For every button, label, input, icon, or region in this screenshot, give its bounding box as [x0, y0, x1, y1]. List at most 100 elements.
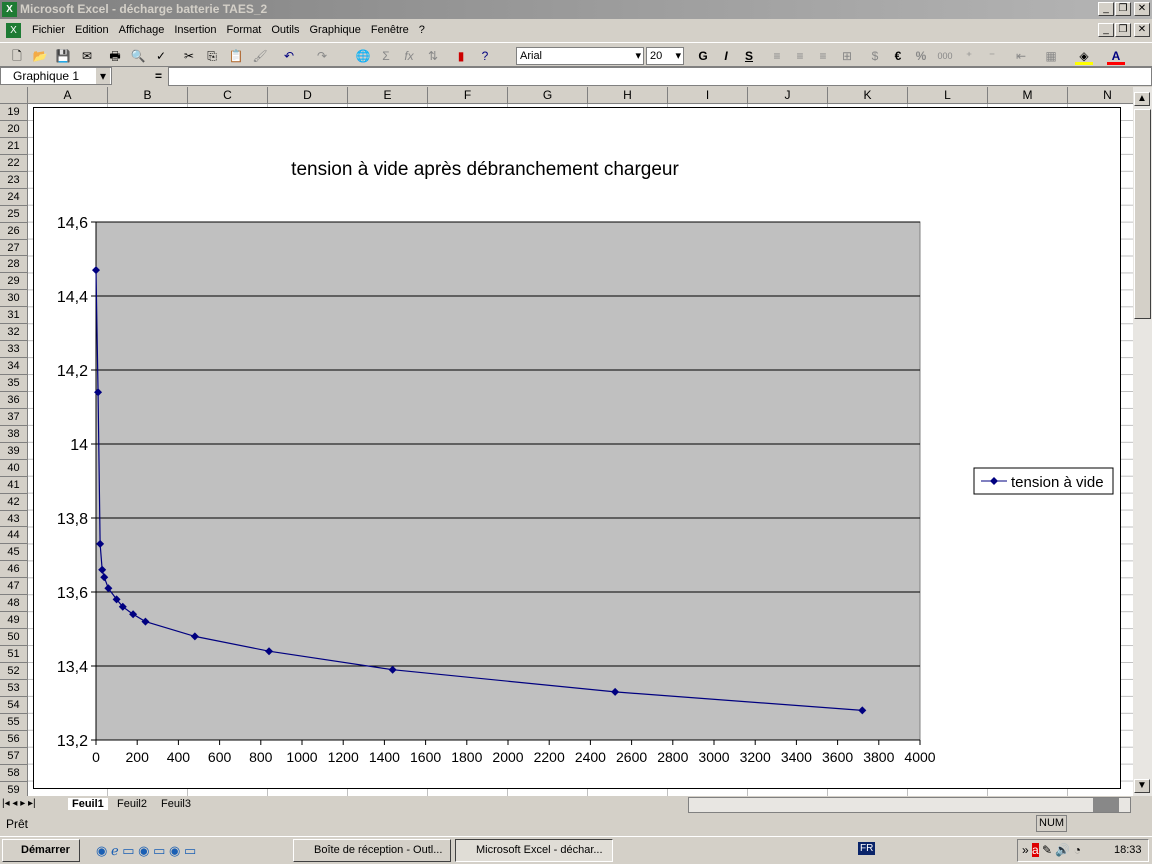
row-header[interactable]: 26: [0, 223, 27, 240]
menu-outils[interactable]: Outils: [271, 24, 299, 36]
row-header[interactable]: 39: [0, 443, 27, 460]
row-header[interactable]: 37: [0, 409, 27, 426]
undo-icon[interactable]: ↶: [280, 47, 298, 65]
column-header-J[interactable]: J: [748, 87, 828, 104]
hscroll-thumb[interactable]: [1093, 798, 1119, 812]
column-header-E[interactable]: E: [348, 87, 428, 104]
borders-icon[interactable]: ▦: [1042, 47, 1060, 65]
function-icon[interactable]: fx: [400, 47, 418, 65]
row-header[interactable]: 25: [0, 206, 27, 223]
align-right-icon[interactable]: ≡: [814, 47, 832, 65]
row-header[interactable]: 46: [0, 561, 27, 579]
sort-icon[interactable]: ⇅: [424, 47, 442, 65]
align-center-icon[interactable]: ≡: [791, 47, 809, 65]
row-header[interactable]: 53: [0, 680, 27, 697]
row-header[interactable]: 57: [0, 748, 27, 765]
align-left-icon[interactable]: ≡: [768, 47, 786, 65]
task-excel[interactable]: Microsoft Excel - déchar...: [455, 839, 613, 862]
scroll-down-button[interactable]: ▼: [1134, 779, 1150, 793]
row-header[interactable]: 30: [0, 290, 27, 308]
decrease-decimal-icon[interactable]: ⁻: [983, 47, 1001, 65]
menu-affichage[interactable]: Affichage: [119, 24, 165, 36]
row-header[interactable]: 23: [0, 172, 27, 189]
scroll-thumb[interactable]: [1134, 109, 1151, 319]
row-header[interactable]: 58: [0, 765, 27, 782]
column-header-D[interactable]: D: [268, 87, 348, 104]
horizontal-scrollbar[interactable]: [688, 797, 1131, 813]
font-size-select[interactable]: 20 ▾: [646, 47, 684, 65]
row-header[interactable]: 56: [0, 731, 27, 748]
row-header[interactable]: 52: [0, 663, 27, 680]
row-header[interactable]: 20: [0, 121, 27, 138]
column-header-A[interactable]: A: [28, 87, 108, 104]
chart-wizard-icon[interactable]: ▮: [452, 47, 470, 65]
chart-area[interactable]: tension à vide après débranchement charg…: [33, 107, 1121, 789]
row-header[interactable]: 49: [0, 612, 27, 630]
tab-feuil2[interactable]: Feuil2: [114, 798, 150, 810]
font-color-icon[interactable]: A: [1107, 47, 1125, 65]
row-header[interactable]: 48: [0, 595, 27, 613]
column-header-H[interactable]: H: [588, 87, 668, 104]
column-header-K[interactable]: K: [828, 87, 908, 104]
menu-format[interactable]: Format: [227, 24, 262, 36]
row-header[interactable]: 28: [0, 256, 27, 274]
column-header-L[interactable]: L: [908, 87, 988, 104]
row-header[interactable]: 31: [0, 307, 27, 325]
menu-fenetre[interactable]: Fenêtre: [371, 24, 409, 36]
row-header[interactable]: 54: [0, 697, 27, 714]
restore-button[interactable]: ❐: [1115, 2, 1131, 16]
new-icon[interactable]: 🗋: [8, 47, 26, 65]
quick-launch-icons[interactable]: ◉ ℯ ▭ ◉ ▭ ◉ ▭: [96, 843, 196, 859]
indent-icon[interactable]: ⇤: [1012, 47, 1030, 65]
column-header-B[interactable]: B: [108, 87, 188, 104]
row-header[interactable]: 33: [0, 341, 27, 359]
column-header-C[interactable]: C: [188, 87, 268, 104]
doc-close-button[interactable]: ✕: [1134, 23, 1150, 37]
tab-feuil1[interactable]: Feuil1: [68, 798, 108, 810]
menu-graphique[interactable]: Graphique: [310, 24, 361, 36]
close-button[interactable]: ✕: [1134, 2, 1150, 16]
tray-icons[interactable]: » a ✎ 🔊 ◔: [1022, 843, 1081, 857]
column-header-M[interactable]: M: [988, 87, 1068, 104]
row-header[interactable]: 32: [0, 324, 27, 342]
font-select[interactable]: Arial ▾: [516, 47, 644, 65]
formula-input[interactable]: [168, 67, 1152, 86]
menu-insertion[interactable]: Insertion: [174, 24, 216, 36]
row-header[interactable]: 24: [0, 189, 27, 206]
underline-button[interactable]: S: [740, 47, 758, 65]
help-icon[interactable]: ?: [476, 47, 494, 65]
save-icon[interactable]: 💾: [54, 47, 72, 65]
row-header[interactable]: 41: [0, 477, 27, 494]
row-header[interactable]: 22: [0, 155, 27, 172]
preview-icon[interactable]: 🔍: [129, 47, 147, 65]
row-header[interactable]: 19: [0, 104, 27, 121]
vertical-scrollbar[interactable]: ▲ ▼: [1133, 87, 1152, 796]
task-outlook[interactable]: Boîte de réception - Outl...: [293, 839, 451, 862]
merge-icon[interactable]: ⊞: [838, 47, 856, 65]
row-header[interactable]: 34: [0, 358, 27, 375]
row-header[interactable]: 42: [0, 494, 27, 511]
column-header-I[interactable]: I: [668, 87, 748, 104]
minimize-button[interactable]: _: [1098, 2, 1114, 16]
menu-help[interactable]: ?: [419, 24, 425, 36]
percent-button[interactable]: %: [912, 47, 930, 65]
row-header[interactable]: 47: [0, 578, 27, 596]
row-header[interactable]: 45: [0, 544, 27, 562]
autosum-icon[interactable]: Σ: [377, 47, 395, 65]
open-icon[interactable]: 📂: [31, 47, 49, 65]
start-button[interactable]: Démarrer: [2, 839, 80, 862]
tab-feuil3[interactable]: Feuil3: [158, 798, 194, 810]
scroll-up-button[interactable]: ▲: [1134, 92, 1150, 106]
euro-button[interactable]: €: [889, 47, 907, 65]
format-painter-icon[interactable]: 🖌: [251, 47, 269, 65]
italic-button[interactable]: I: [717, 47, 735, 65]
cut-icon[interactable]: ✂: [180, 47, 198, 65]
menu-edition[interactable]: Edition: [75, 24, 109, 36]
row-header[interactable]: 51: [0, 646, 27, 663]
row-header[interactable]: 35: [0, 375, 27, 392]
row-header[interactable]: 21: [0, 138, 27, 155]
mail-icon[interactable]: ✉: [78, 47, 96, 65]
row-header[interactable]: 55: [0, 714, 27, 731]
doc-minimize-button[interactable]: _: [1098, 23, 1114, 37]
bold-button[interactable]: G: [694, 47, 712, 65]
